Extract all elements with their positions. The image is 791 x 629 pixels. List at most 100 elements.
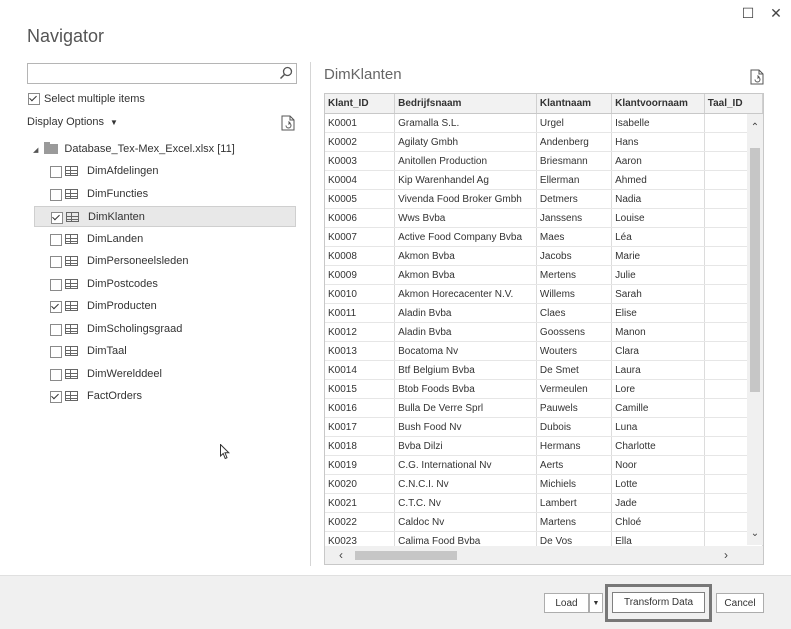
item-checkbox[interactable] [50, 256, 62, 268]
cancel-button[interactable]: Cancel [716, 593, 764, 613]
table-cell: K0008 [325, 246, 396, 266]
column-header[interactable]: Bedrijfsnaam [394, 94, 537, 114]
table-row: K0012 Aladin Bvba Goossens Manon [325, 322, 763, 342]
table-cell: Charlotte [611, 436, 705, 456]
table-row: K0010 Akmon Horecacenter N.V. Willems Sarah [325, 284, 763, 304]
tree-item[interactable]: DimAfdelingen [34, 161, 296, 182]
item-checkbox[interactable] [50, 368, 62, 381]
tree-item[interactable]: DimWerelddeel [34, 364, 296, 385]
load-dropdown-button[interactable]: ▼ [589, 593, 603, 613]
vertical-scrollbar[interactable]: ⌃ ⌄ [747, 114, 763, 545]
tree-item[interactable]: DimScholingsgraad [34, 319, 296, 340]
table-cell: Aaron [611, 151, 705, 171]
table-row: K0008 Akmon Bvba Jacobs Marie [325, 246, 763, 266]
table-cell: K0022 [325, 512, 396, 532]
refresh-preview-icon[interactable] [750, 69, 764, 85]
tree-root[interactable]: ◢ Database_Tex-Mex_Excel.xlsx [11] [33, 142, 235, 155]
tree-item-label: DimPersoneelsleden [87, 255, 189, 267]
table-cell: Claes [536, 303, 613, 323]
item-checkbox[interactable] [50, 166, 62, 178]
table-cell: Akmon Bvba [394, 265, 537, 285]
table-cell: Camille [611, 398, 705, 418]
table-cell: K0004 [325, 170, 396, 190]
table-cell: Dubois [536, 417, 613, 437]
scroll-left-icon[interactable]: ‹ [339, 548, 343, 562]
column-header[interactable]: Klantvoornaam [611, 94, 705, 114]
column-header[interactable]: Klantnaam [536, 94, 613, 114]
close-button[interactable]: ✕ [767, 4, 785, 22]
item-checkbox[interactable] [50, 233, 62, 246]
item-checkbox[interactable] [50, 346, 62, 358]
scroll-down-icon[interactable]: ⌄ [747, 528, 763, 539]
tree-item[interactable]: DimKlanten [34, 206, 296, 227]
vertical-scroll-thumb[interactable] [750, 148, 760, 392]
table-cell: Nadia [611, 189, 705, 209]
column-header[interactable]: Taal_ID [704, 94, 763, 114]
table-cell: Detmers [536, 189, 613, 209]
table-cell: Léa [611, 227, 705, 247]
column-header[interactable]: Klant_ID [325, 94, 396, 114]
table-cell: Willems [536, 284, 613, 304]
refresh-icon[interactable] [281, 115, 295, 131]
table-cell: Jacobs [536, 246, 613, 266]
table-cell: K0007 [325, 227, 396, 247]
table-row: K0006 Wws Bvba Janssens Louise [325, 208, 763, 228]
table-cell: Briesmann [536, 151, 613, 171]
maximize-button[interactable]: ☐ [739, 4, 757, 22]
preview-grid[interactable]: Klant_ID Bedrijfsnaam Klantnaam Klantvoorna… [324, 93, 764, 565]
tree-item[interactable]: FactOrders [34, 386, 296, 407]
tree-item[interactable]: DimTaal [34, 341, 296, 362]
tree-item[interactable]: DimPersoneelsleden [34, 251, 296, 272]
tree-item[interactable]: DimProducten [34, 296, 296, 317]
load-button[interactable]: Load [544, 593, 589, 613]
table-cell: K0006 [325, 208, 396, 228]
table-icon [65, 391, 78, 401]
table-row: K0011 Aladin Bvba Claes Elise [325, 303, 763, 323]
tree-item-label: DimWerelddeel [87, 367, 162, 380]
tree-item-label: DimLanden [87, 232, 144, 245]
search-icon[interactable] [279, 66, 293, 80]
table-row: K0003 Anitollen Production Briesmann Aaron [325, 151, 763, 171]
display-options-dropdown[interactable]: Display Options ▼ [27, 116, 118, 128]
table-icon [65, 256, 78, 266]
horizontal-scrollbar[interactable]: ‹ › [325, 546, 763, 564]
table-row: K0005 Vivenda Food Broker Gmbh Detmers Nadi… [325, 189, 763, 209]
horizontal-scroll-thumb[interactable] [355, 551, 457, 560]
item-checkbox[interactable] [50, 323, 62, 336]
checkbox-icon[interactable] [28, 93, 40, 106]
chevron-down-icon: ▼ [110, 118, 118, 127]
table-cell: Kip Warenhandel Ag [394, 170, 537, 190]
panel-divider [310, 62, 311, 566]
item-checkbox[interactable] [50, 278, 62, 291]
table-cell: K0010 [325, 284, 396, 304]
table-cell: Btob Foods Bvba [394, 379, 537, 399]
item-checkbox[interactable] [51, 212, 63, 224]
tree-item-label: DimScholingsgraad [87, 322, 183, 335]
item-checkbox[interactable] [50, 188, 62, 201]
item-checkbox[interactable] [50, 391, 62, 403]
tree-root-label: Database_Tex-Mex_Excel.xlsx [11] [64, 143, 235, 155]
tree-item[interactable]: DimLanden [34, 229, 296, 250]
table-cell: K0011 [325, 303, 396, 323]
table-cell: Isabelle [611, 113, 705, 133]
table-row: K0009 Akmon Bvba Mertens Julie [325, 265, 763, 285]
table-cell: K0020 [325, 474, 396, 494]
tree-item[interactable]: DimPostcodes [34, 274, 296, 295]
table-cell: Wws Bvba [394, 208, 537, 228]
scroll-up-icon[interactable]: ⌃ [747, 122, 763, 133]
tree-item[interactable]: DimFuncties [34, 184, 296, 205]
collapse-arrow-icon[interactable]: ◢ [33, 147, 38, 154]
item-checkbox[interactable] [50, 301, 62, 313]
table-cell: Michiels [536, 474, 613, 494]
table-cell: Lotte [611, 474, 705, 494]
table-cell: K0013 [325, 341, 396, 361]
search-input[interactable] [27, 63, 297, 84]
table-cell: K0012 [325, 322, 396, 342]
table-cell: K0009 [325, 265, 396, 285]
table-icon [65, 233, 78, 244]
select-multiple-checkbox[interactable]: Select multiple items [28, 93, 145, 106]
table-cell: Aerts [536, 455, 613, 475]
scroll-right-icon[interactable]: › [724, 548, 728, 562]
transform-data-button[interactable]: Transform Data [612, 592, 705, 613]
table-cell: K0018 [325, 436, 396, 456]
